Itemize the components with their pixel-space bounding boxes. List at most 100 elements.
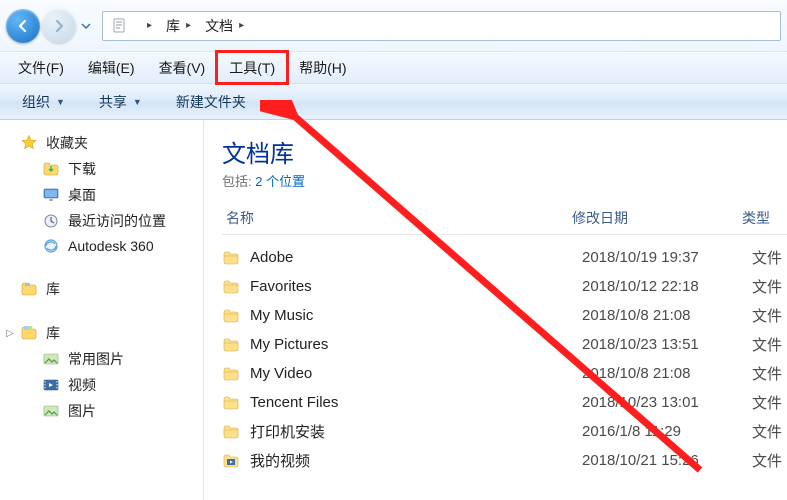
back-button[interactable] xyxy=(6,9,40,43)
file-type: 文件 xyxy=(752,276,787,297)
sidebar-item-common-pictures[interactable]: 常用图片 xyxy=(0,346,203,372)
folder-icon xyxy=(222,249,240,267)
recent-icon xyxy=(42,212,60,230)
file-name: Favorites xyxy=(250,278,582,295)
sidebar-libraries-header[interactable]: ▷ 库 xyxy=(0,320,203,346)
new-folder-button[interactable]: 新建文件夹 xyxy=(164,88,258,116)
forward-button[interactable] xyxy=(42,9,76,43)
toolbar: 组织 ▼ 共享 ▼ 新建文件夹 xyxy=(0,84,787,120)
content-pane: 文档库 包括: 2 个位置 名称 修改日期 类型 Adobe2018/10/19… xyxy=(204,120,787,500)
menu-tools[interactable]: 工具(T) xyxy=(217,52,287,83)
sidebar-favorites-header[interactable]: 收藏夹 xyxy=(0,130,203,156)
file-row[interactable]: My Video2018/10/8 21:08文件 xyxy=(222,359,787,388)
chevron-down-icon: ▼ xyxy=(133,97,142,107)
share-button[interactable]: 共享 ▼ xyxy=(87,88,154,116)
file-type: 文件 xyxy=(752,334,787,355)
sidebar-item-label: 库 xyxy=(46,279,60,299)
sidebar-item-recent[interactable]: 最近访问的位置 xyxy=(0,208,203,234)
arrow-left-icon xyxy=(15,18,31,34)
arrow-right-icon xyxy=(51,18,67,34)
folder-icon xyxy=(222,365,240,383)
menu-file[interactable]: 文件(F) xyxy=(6,52,76,83)
file-name: Adobe xyxy=(250,249,582,266)
menu-label: 文件(F) xyxy=(18,58,64,78)
download-icon xyxy=(42,160,60,178)
breadcrumb-arrow-root[interactable]: ▸ xyxy=(133,12,158,40)
menu-label: 查看(V) xyxy=(159,58,206,78)
file-date: 2016/1/8 11:29 xyxy=(582,423,752,440)
folder-icon xyxy=(222,394,240,412)
pictures-icon xyxy=(42,350,60,368)
pictures2-icon xyxy=(42,402,60,420)
history-dropdown[interactable] xyxy=(78,12,94,40)
sidebar-item-pictures[interactable]: 图片 xyxy=(0,398,203,424)
file-type: 文件 xyxy=(752,450,787,471)
file-type: 文件 xyxy=(752,305,787,326)
file-name: Tencent Files xyxy=(250,394,582,411)
column-type[interactable]: 类型 xyxy=(742,208,787,228)
file-row[interactable]: 打印机安装2016/1/8 11:29文件 xyxy=(222,417,787,446)
folder-icon xyxy=(222,423,240,441)
autodesk-icon xyxy=(42,237,60,255)
file-name: My Music xyxy=(250,307,582,324)
sidebar-item-downloads[interactable]: 下载 xyxy=(0,156,203,182)
sidebar-item-label: 下载 xyxy=(68,159,96,179)
sidebar-item-autodesk[interactable]: Autodesk 360 xyxy=(0,234,203,258)
chevron-right-icon: ▸ xyxy=(186,20,191,31)
sidebar-item-label: 常用图片 xyxy=(68,349,124,369)
menu-view[interactable]: 查看(V) xyxy=(147,52,218,83)
file-row[interactable]: Favorites2018/10/12 22:18文件 xyxy=(222,272,787,301)
column-date[interactable]: 修改日期 xyxy=(572,208,742,228)
library-icon xyxy=(20,280,38,298)
breadcrumb-root[interactable]: 库 ▸ xyxy=(158,12,197,40)
star-icon xyxy=(20,134,38,152)
column-headers: 名称 修改日期 类型 xyxy=(222,204,787,235)
breadcrumb-current[interactable]: 文档 ▸ xyxy=(197,12,250,40)
sidebar-item-videos[interactable]: 视频 xyxy=(0,372,203,398)
file-date: 2018/10/23 13:51 xyxy=(582,336,752,353)
videos-icon xyxy=(42,376,60,394)
document-icon xyxy=(111,17,129,35)
sidebar-item-label: 最近访问的位置 xyxy=(68,211,166,231)
sidebar-item-label: 桌面 xyxy=(68,185,96,205)
file-date: 2018/10/21 15:26 xyxy=(582,452,752,469)
file-row[interactable]: Tencent Files2018/10/23 13:01文件 xyxy=(222,388,787,417)
organize-label: 组织 xyxy=(22,92,50,112)
folder-icon xyxy=(222,278,240,296)
menu-label: 帮助(H) xyxy=(299,58,346,78)
file-date: 2018/10/19 19:37 xyxy=(582,249,752,266)
breadcrumb-root-label: 库 xyxy=(166,16,180,36)
file-date: 2018/10/8 21:08 xyxy=(582,307,752,324)
file-name: 我的视频 xyxy=(250,450,582,471)
menu-help[interactable]: 帮助(H) xyxy=(287,52,358,83)
column-name[interactable]: 名称 xyxy=(222,208,572,228)
share-label: 共享 xyxy=(99,92,127,112)
sidebar-item-label: 库 xyxy=(46,323,60,343)
sidebar-item-label: 视频 xyxy=(68,375,96,395)
menu-edit[interactable]: 编辑(E) xyxy=(76,52,147,83)
file-name: 打印机安装 xyxy=(250,421,582,442)
library-subtitle: 包括: 2 个位置 xyxy=(222,171,787,190)
file-row[interactable]: My Pictures2018/10/23 13:51文件 xyxy=(222,330,787,359)
sidebar-item-label: 图片 xyxy=(68,401,96,421)
menu-label: 工具(T) xyxy=(229,58,275,78)
sidebar-item-desktop[interactable]: 桌面 xyxy=(0,182,203,208)
file-row[interactable]: My Music2018/10/8 21:08文件 xyxy=(222,301,787,330)
file-row[interactable]: Adobe2018/10/19 19:37文件 xyxy=(222,243,787,272)
file-row[interactable]: 我的视频2018/10/21 15:26文件 xyxy=(222,446,787,475)
expander-icon[interactable]: ▷ xyxy=(4,327,16,339)
file-date: 2018/10/8 21:08 xyxy=(582,365,752,382)
include-locations-link[interactable]: 2 个位置 xyxy=(255,174,305,189)
desktop-icon xyxy=(42,186,60,204)
chevron-down-icon: ▼ xyxy=(56,97,65,107)
sidebar-library-single[interactable]: 库 xyxy=(0,276,203,302)
library-title: 文档库 xyxy=(222,134,787,169)
organize-button[interactable]: 组织 ▼ xyxy=(10,88,77,116)
folder-icon xyxy=(222,336,240,354)
file-type: 文件 xyxy=(752,247,787,268)
menu-bar: 文件(F) 编辑(E) 查看(V) 工具(T) 帮助(H) xyxy=(0,52,787,84)
menu-label: 编辑(E) xyxy=(88,58,135,78)
address-bar[interactable]: ▸ 库 ▸ 文档 ▸ xyxy=(102,11,781,41)
file-date: 2018/10/12 22:18 xyxy=(582,278,752,295)
file-type: 文件 xyxy=(752,392,787,413)
